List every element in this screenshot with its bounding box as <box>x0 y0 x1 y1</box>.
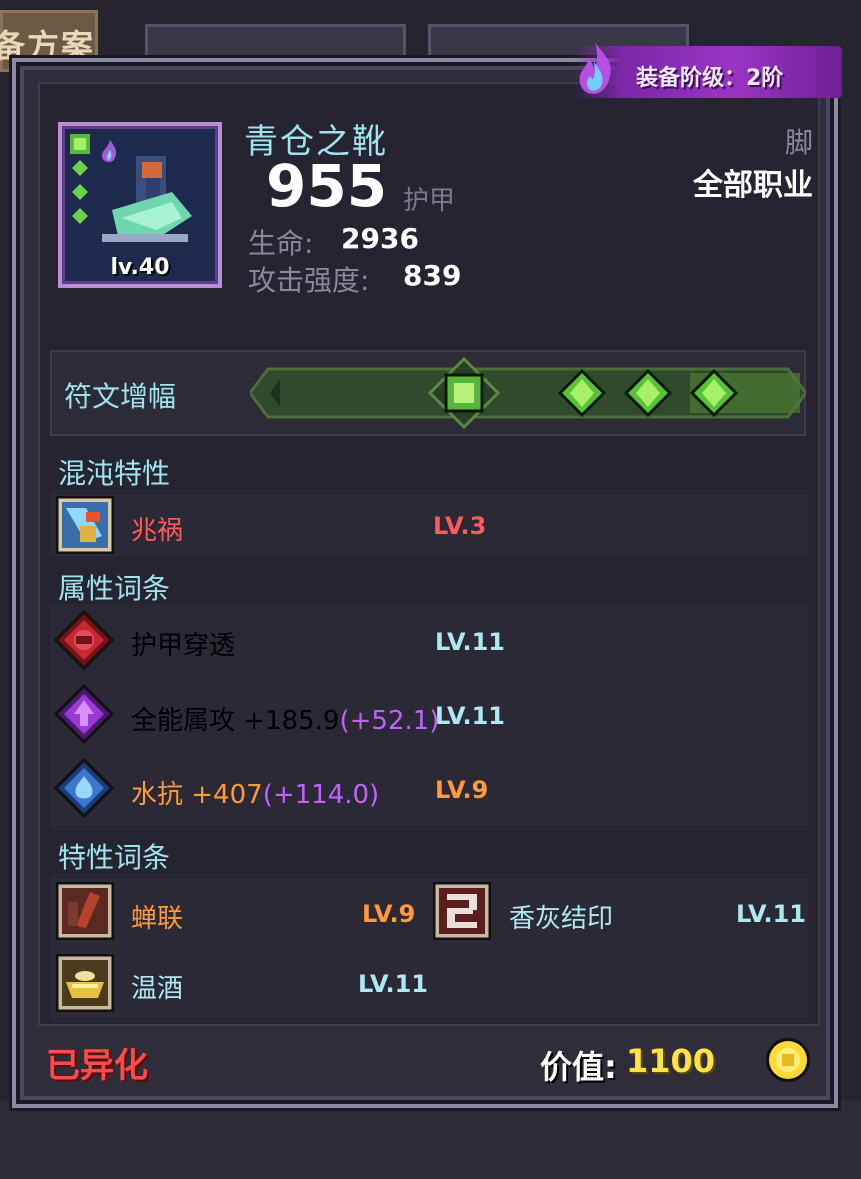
omen-icon[interactable] <box>56 496 114 554</box>
armor-pen-gem-icon[interactable] <box>54 610 114 670</box>
trait-name-3: 温酒 <box>131 974 184 1004</box>
mutated-status: 已异化 <box>46 1046 148 1086</box>
grade-label: 装备阶级：2阶 <box>636 66 784 91</box>
attribute-name-1: 护甲穿透 <box>131 631 236 661</box>
cicada-icon[interactable] <box>56 882 114 940</box>
trait-name-2: 香灰结印 <box>509 904 614 934</box>
trait-name-1: 蝉联 <box>131 904 184 934</box>
attribute-name-3: 水抗 +407(+114.0) <box>131 774 379 811</box>
attribute-level-3: LV.9 <box>435 776 489 804</box>
value-amount: 1100 <box>626 1042 716 1080</box>
background-strip <box>0 1100 861 1179</box>
stat-label-attack: 攻击强度: <box>248 264 370 297</box>
attribute-bonus-3: (+114.0) <box>262 780 380 810</box>
class-restriction: 全部职业 <box>693 168 813 203</box>
chaos-trait-name: 兆祸 <box>131 516 184 546</box>
trait-level-2: LV.11 <box>736 900 806 928</box>
attribute-level-1: LV.11 <box>435 628 505 656</box>
rune-label: 符文增幅 <box>64 380 177 413</box>
value-label: 价值: <box>540 1048 617 1086</box>
trait-level-3: LV.11 <box>358 970 428 998</box>
chaos-section-title: 混沌特性 <box>58 457 171 490</box>
arcane-gem-icon[interactable] <box>54 684 114 744</box>
chaos-trait-level: LV.3 <box>433 512 487 540</box>
gold-coin-icon <box>766 1038 810 1082</box>
armor-label: 护甲 <box>403 186 456 216</box>
attribute-bonus-2: (+52.1) <box>339 706 440 736</box>
traits-section-title: 特性词条 <box>58 841 171 874</box>
incense-seal-icon[interactable] <box>433 882 491 940</box>
attribute-name-2: 全能属攻 +185.9(+52.1) <box>131 700 439 737</box>
item-level-label: lv.40 <box>110 255 170 280</box>
equip-slot: 脚 <box>784 126 813 159</box>
water-gem-icon[interactable] <box>54 758 114 818</box>
warm-wine-icon[interactable] <box>56 954 114 1012</box>
trait-level-1: LV.9 <box>362 900 416 928</box>
stat-label-health: 生命: <box>248 227 314 260</box>
stat-value-health: 2936 <box>341 222 419 255</box>
item-icon-frame[interactable]: lv.40 <box>58 122 222 288</box>
attributes-section-title: 属性词条 <box>58 572 171 605</box>
attribute-value-3: 水抗 +407 <box>131 780 263 810</box>
purple-flame-icon <box>579 42 611 94</box>
rune-bar[interactable] <box>250 355 806 431</box>
stat-value-attack: 839 <box>403 259 462 292</box>
armor-value: 955 <box>266 152 388 220</box>
attribute-value-2: 全能属攻 +185.9 <box>131 706 340 736</box>
attribute-level-2: LV.11 <box>435 702 505 730</box>
